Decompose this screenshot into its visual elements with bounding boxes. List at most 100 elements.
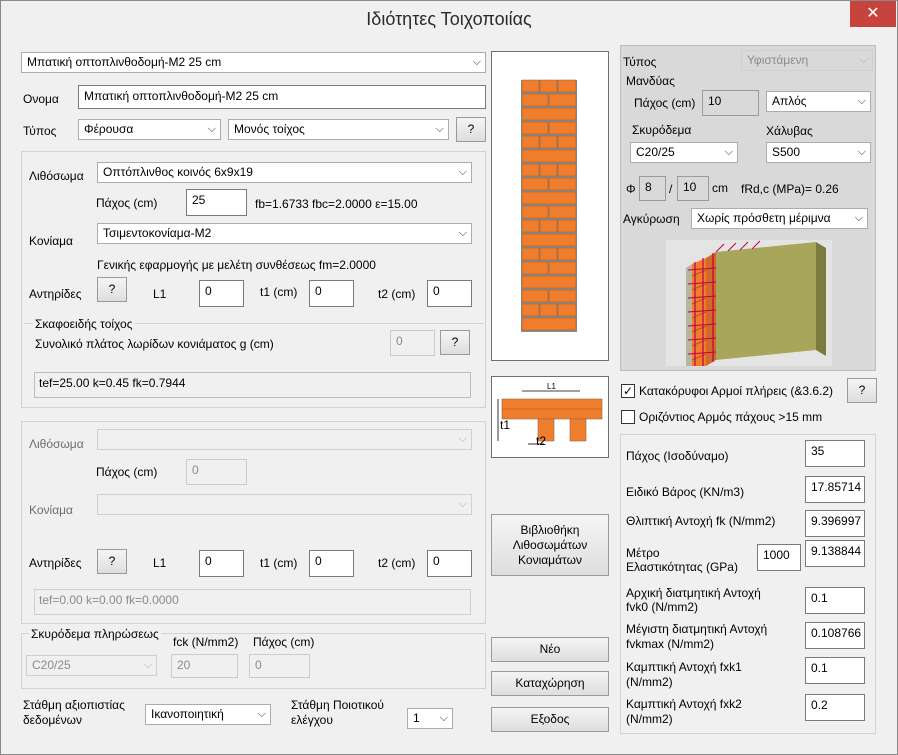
brick	[539, 79, 558, 93]
bar-spacing-input[interactable]: 10	[677, 176, 709, 201]
brick-wall-icon	[521, 79, 577, 332]
fxk2-label-2: (N/mm2)	[626, 712, 673, 726]
wall-type-help-button[interactable]: ?	[456, 117, 486, 142]
fxk1-input[interactable]: 0.1	[805, 657, 865, 684]
chevron-down-icon: ⌵	[458, 498, 467, 510]
brick	[548, 177, 577, 191]
layer1-strength-text: fb=1.6733 fbc=2.0000 ε=15.00	[255, 197, 418, 211]
jacket-layout-select[interactable]: Απλός ⌵	[766, 91, 871, 112]
type-select[interactable]: Φέρουσα ⌵	[78, 119, 221, 140]
infill-thickness-input[interactable]: 0	[249, 654, 310, 678]
fxk1-label-2: (N/mm2)	[626, 675, 673, 689]
infill-fck-input[interactable]: 20	[171, 654, 238, 678]
jacket-illustration	[666, 240, 832, 366]
modulus-input[interactable]: 9.138844	[805, 540, 865, 567]
layer2-thickness-input[interactable]: 0	[186, 459, 247, 485]
type-label: Τύπος	[23, 124, 57, 138]
bar-diameter-input[interactable]: 8	[639, 176, 666, 201]
layer2-unit-label: Λιθόσωμα	[29, 437, 84, 451]
layer2-t2-label: t2 (cm)	[378, 556, 416, 570]
close-icon[interactable]: ✕	[850, 1, 896, 27]
library-button[interactable]: Βιβλιοθήκη Λιθοσωμάτων Κονιαμάτων	[491, 514, 609, 576]
jacket-steel-select[interactable]: S500 ⌵	[766, 142, 871, 163]
anchorage-select[interactable]: Χωρίς πρόσθετη μέριμνα ⌵	[691, 208, 868, 229]
vertical-joints-checkbox[interactable]: ✓	[621, 384, 635, 398]
layer2-l1-label: L1	[153, 556, 167, 570]
layer1-t1-input[interactable]: 0	[309, 280, 354, 307]
layer2-t1-input[interactable]: 0	[309, 550, 354, 577]
brick	[521, 121, 549, 135]
layer1-mortar-select[interactable]: Τσιμεντοκονίαμα-Μ2 ⌵	[97, 223, 472, 244]
layer1-t2-input[interactable]: 0	[427, 280, 472, 307]
exit-button[interactable]: Εξοδος	[491, 707, 609, 732]
brick	[521, 149, 577, 163]
modulus-factor-input[interactable]: 1000	[757, 544, 801, 571]
data-reliability-label-2: δεδομένων	[23, 713, 83, 727]
layer1-l1-label: L1	[153, 287, 167, 301]
layer2-t2-input[interactable]: 0	[427, 550, 472, 577]
fxk1-label-1: Καμπτική Αντοχή fxk1	[626, 660, 742, 674]
brick	[539, 303, 558, 317]
brick	[521, 135, 540, 149]
brick	[521, 247, 540, 261]
masonry-preset-select[interactable]: Μπατική οπτοπλινθοδομή-Μ2 25 cm ⌵	[21, 52, 486, 73]
fvk0-label-2: fvk0 (N/mm2)	[626, 600, 698, 614]
fxk2-input[interactable]: 0.2	[805, 694, 865, 721]
save-button[interactable]: Καταχώρηση	[491, 671, 609, 696]
brick	[521, 93, 549, 107]
quality-control-value: 1	[413, 711, 420, 725]
brick	[521, 79, 540, 93]
jacket-type-value: Υφιστάμενη	[747, 53, 809, 67]
layer2-result-box: tef=0.00 k=0.00 fk=0.0000	[34, 589, 471, 615]
data-reliability-select[interactable]: Ικανοποιητική ⌵	[145, 704, 271, 725]
data-reliability-label-1: Στάθμη αξιοπιστίας	[23, 698, 125, 712]
modulus-label-2: Ελαστικότητας (GPa)	[626, 560, 738, 574]
equiv-thickness-input[interactable]: 35	[805, 440, 865, 467]
quality-control-label-1: Στάθμη Ποιοτικού	[291, 698, 384, 712]
layer1-unit-select[interactable]: Οπτόπλινθος κοινός 6x9x19 ⌵	[97, 162, 472, 183]
brick	[521, 191, 577, 205]
vertical-joints-help-button[interactable]: ?	[847, 378, 877, 403]
buttress-diagram: L1 t1 t2	[491, 376, 609, 458]
shell-help-button[interactable]: ?	[440, 330, 470, 355]
layer2-l1-input[interactable]: 0	[199, 550, 244, 577]
modulus-label-1: Μέτρο	[626, 546, 660, 560]
layer1-result-box: tef=25.00 k=0.45 fk=0.7944	[34, 372, 471, 398]
chevron-down-icon: ⌵	[857, 146, 866, 158]
horizontal-joint-checkbox[interactable]	[621, 410, 635, 424]
brick	[548, 121, 577, 135]
layer2-buttress-help-button[interactable]: ?	[97, 549, 127, 574]
chevron-down-icon: ⌵	[458, 433, 467, 445]
jacket-type-select[interactable]: Υφιστάμενη ⌵	[741, 50, 873, 71]
brick	[521, 303, 540, 317]
brick	[539, 163, 558, 177]
layer1-buttress-help-button[interactable]: ?	[97, 277, 127, 302]
brick	[521, 233, 577, 247]
shell-width-input[interactable]: 0	[390, 330, 435, 356]
diagram-l1-label: L1	[547, 382, 556, 391]
infill-concrete-select[interactable]: C20/25 ⌵	[26, 655, 157, 676]
brick	[548, 261, 577, 275]
brick	[557, 163, 577, 177]
layer1-thickness-input[interactable]: 25	[186, 189, 247, 216]
jacket-thickness-input[interactable]: 10	[702, 90, 759, 116]
anchorage-label: Αγκύρωση	[623, 212, 680, 226]
layer2-unit-select[interactable]: ⌵	[97, 429, 472, 450]
fvkmax-input[interactable]: 0.108766	[805, 622, 865, 649]
layer1-l1-input[interactable]: 0	[199, 280, 244, 307]
wall-type-select[interactable]: Μονός τοίχος ⌵	[228, 119, 449, 140]
vertical-joints-label: Κατακόρυφοι Αρμοί πλήρεις (&3.6.2)	[639, 384, 834, 398]
jacket-concrete-select[interactable]: C20/25 ⌵	[630, 142, 738, 163]
brick	[521, 177, 549, 191]
new-button[interactable]: Νέο	[491, 637, 609, 662]
fk-input[interactable]: 9.396997	[805, 510, 865, 537]
jacketed-wall-icon	[666, 240, 832, 366]
infill-fck-label: fck (N/mm2)	[173, 635, 239, 649]
jacket-label: Μανδύας	[626, 74, 675, 88]
name-input[interactable]: Μπατική οπτοπλινθοδομή-Μ2 25 cm	[78, 85, 486, 109]
unit-weight-input[interactable]: 17.85714	[805, 476, 865, 503]
quality-control-select[interactable]: 1 ⌵	[407, 708, 453, 729]
layer2-mortar-select[interactable]: ⌵	[97, 494, 472, 515]
chevron-down-icon: ⌵	[143, 659, 152, 671]
fvk0-input[interactable]: 0.1	[805, 587, 865, 614]
